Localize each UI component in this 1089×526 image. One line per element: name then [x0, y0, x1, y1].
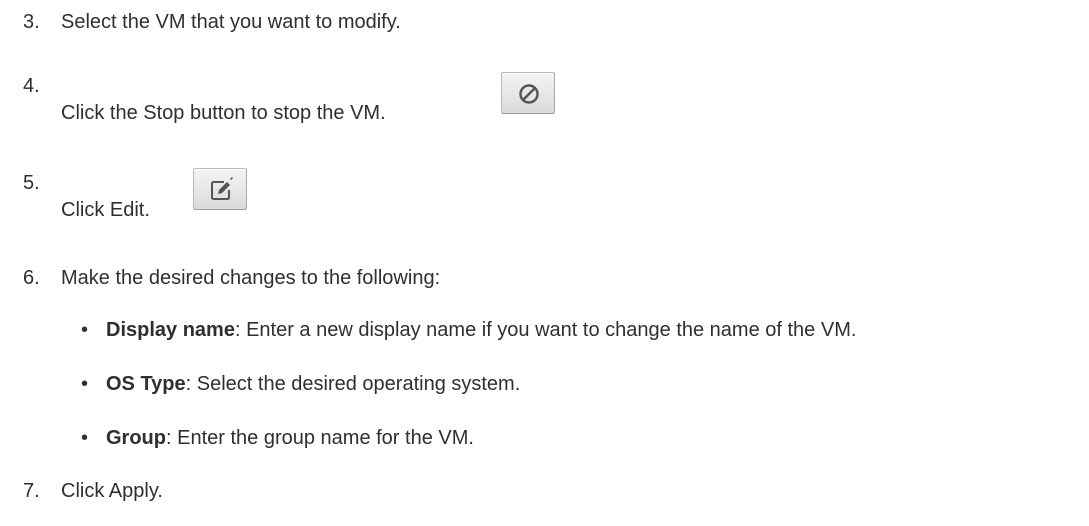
bullet-marker: • [81, 427, 89, 449]
bullet-term: Display name [106, 319, 235, 341]
bullet-desc: : Select the desired operating system. [185, 373, 521, 395]
step-number: 7. [23, 480, 40, 502]
step-number: 5. [23, 172, 40, 194]
bullet-term: Group [106, 427, 166, 449]
bullet-marker: • [81, 319, 89, 341]
step-text: Click Edit. [61, 199, 150, 221]
step-number: 3. [23, 11, 40, 33]
bullet-item: OS Type: Select the desired operating sy… [106, 372, 520, 396]
edit-button-image [193, 168, 247, 210]
bullet-item: Display name: Enter a new display name i… [106, 318, 856, 342]
step-number: 6. [23, 267, 40, 289]
bullet-term: OS Type [106, 373, 186, 395]
bullet-marker: • [81, 373, 89, 395]
step-number: 4. [23, 75, 40, 97]
stop-button-image [501, 72, 555, 114]
bullet-item: Group: Enter the group name for the VM. [106, 426, 474, 450]
bullet-desc: : Enter the group name for the VM. [166, 427, 474, 449]
step-text: Make the desired changes to the followin… [61, 267, 441, 289]
step-text: Click the Stop button to stop the VM. [61, 102, 386, 124]
step-text: Click Apply. [61, 480, 163, 502]
bullet-desc: : Enter a new display name if you want t… [234, 319, 857, 341]
edit-icon [211, 176, 234, 200]
step-text: Select the VM that you want to modify. [61, 11, 401, 33]
stop-icon [519, 84, 539, 104]
